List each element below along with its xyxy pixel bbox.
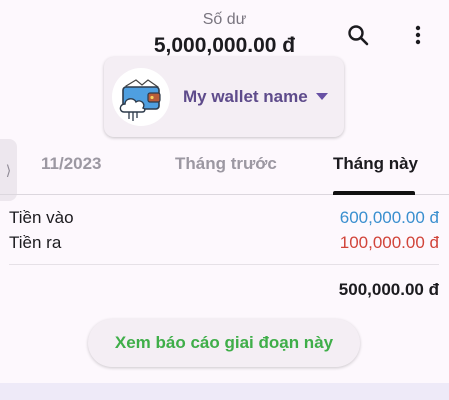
balance-value: 5,000,000.00 đ xyxy=(153,34,296,57)
more-options-button[interactable] xyxy=(401,18,435,52)
period-tabs: 11/2023 Tháng trước Tháng này xyxy=(0,140,449,195)
income-label: Tiền vào xyxy=(9,208,74,227)
search-button[interactable] xyxy=(341,18,375,52)
wallet-icon xyxy=(119,79,161,121)
net-total-value: 500,000.00 đ xyxy=(338,280,439,299)
expense-value: 100,000.00 đ xyxy=(339,233,439,252)
bottom-navigation-bar xyxy=(0,383,449,400)
wallet-selector[interactable]: My wallet name xyxy=(104,57,344,137)
view-period-report-button[interactable]: Xem báo cáo giai đoạn này xyxy=(88,319,360,367)
caret-down-icon xyxy=(316,93,328,100)
search-icon xyxy=(348,25,369,46)
tab-last-month[interactable]: Tháng trước xyxy=(175,154,277,174)
tab-previous-period[interactable]: 11/2023 xyxy=(41,154,102,174)
balance-label: Số dư xyxy=(202,11,247,28)
expense-label: Tiền ra xyxy=(9,233,62,252)
income-value: 600,000.00 đ xyxy=(339,208,439,227)
tab-this-month[interactable]: Tháng này xyxy=(333,154,418,174)
wallet-name: My wallet name xyxy=(183,87,308,106)
view-period-report-label: Xem báo cáo giai đoạn này xyxy=(114,333,334,352)
wallet-avatar xyxy=(112,68,170,126)
more-vert-icon xyxy=(415,25,421,45)
summary-divider xyxy=(9,264,439,265)
active-tab-indicator xyxy=(333,191,415,195)
